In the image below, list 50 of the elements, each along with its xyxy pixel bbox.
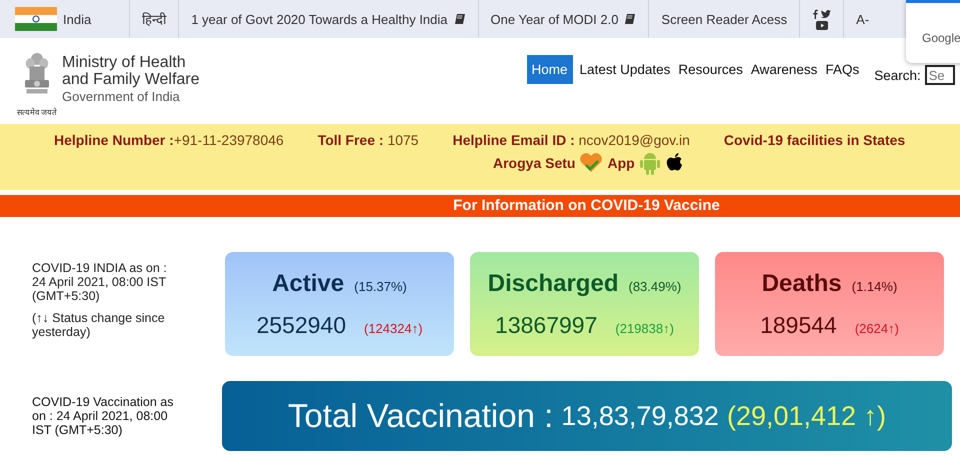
nav-link[interactable]: Home <box>526 55 573 84</box>
twitter-icon[interactable] <box>821 10 832 18</box>
nav-link[interactable]: FAQs <box>822 56 862 83</box>
vaccination-change: (29,01,412 ↑) <box>726 400 886 432</box>
flag-icon <box>15 7 57 31</box>
app-label: Arogya Setu <box>493 155 576 171</box>
stat-change: (219838↑) <box>615 320 674 336</box>
stat-change: (2624↑) <box>854 320 899 336</box>
ministry-title: Ministry of Health <box>62 54 187 71</box>
top-bar-link[interactable]: One Year of MODI 2.0 <box>490 12 618 26</box>
vaccine-info-banner[interactable]: For Information on COVID-19 Vaccine <box>0 195 960 217</box>
ministry-title: and Family Welfare <box>62 71 200 88</box>
book-icon <box>454 13 466 25</box>
top-bar-link[interactable]: Screen Reader Acess <box>661 12 788 26</box>
helpline-text: Toll Free : 1075 <box>318 132 419 148</box>
heart-check-icon[interactable] <box>579 152 604 174</box>
vaccination-label: Total Vaccination : <box>288 397 554 435</box>
helpline-text: Covid-19 facilities in States <box>724 132 906 148</box>
nav-link[interactable]: Awareness <box>748 56 820 83</box>
stat-title: Deaths <box>762 270 842 298</box>
nav-link[interactable]: Latest Updates <box>576 56 674 83</box>
search-field[interactable]: Se <box>924 65 955 85</box>
government-subtitle: Government of India <box>62 88 181 105</box>
stat-percent: (1.14%) <box>852 278 898 294</box>
as-on-text: COVID-19 INDIA as on : 24 April 2021, 08:00 IST (GMT+5:30) <box>32 261 168 303</box>
stat-value: 13867997 <box>495 312 598 338</box>
stat-percent: (83.49%) <box>628 278 682 294</box>
vaccination-value: 13,83,79,832 <box>561 400 719 432</box>
facebook-icon[interactable] <box>812 8 818 18</box>
status-note: (↑↓ Status change since yesterday) <box>32 311 166 339</box>
stat-value: 2552940 <box>256 312 346 338</box>
search-label: Search: <box>874 68 921 82</box>
app-label: App <box>607 155 635 171</box>
stat-title: Active <box>272 270 344 298</box>
top-bar-link[interactable]: हिन्दी <box>142 10 166 28</box>
top-bar-link[interactable]: 1 year of Govt 2020 Towards a Healthy India <box>191 12 448 26</box>
video-icon[interactable] <box>816 20 828 30</box>
stat-value: 189544 <box>760 312 837 338</box>
stat-percent: (15.37%) <box>354 278 407 294</box>
motto-text: सत्यमेव जयते <box>16 106 58 117</box>
stat-title: Discharged <box>488 270 618 298</box>
nav-link[interactable]: Resources <box>675 56 746 83</box>
country-link[interactable]: India <box>63 12 92 26</box>
helpline-text: Helpline Email ID : ncov2019@gov.in <box>452 132 690 148</box>
vaccination-as-on-text: COVID-19 Vaccination as on : 24 April 2021, 08:00 IST (GMT+5:30) <box>32 395 174 437</box>
stat-change: (124324↑) <box>364 320 423 336</box>
book-icon <box>624 13 636 25</box>
helpline-text: Helpline Number :+91-11-23978046 <box>54 132 284 148</box>
popup-text: Google <box>922 31 960 45</box>
font-size-link[interactable]: A- <box>856 12 870 26</box>
